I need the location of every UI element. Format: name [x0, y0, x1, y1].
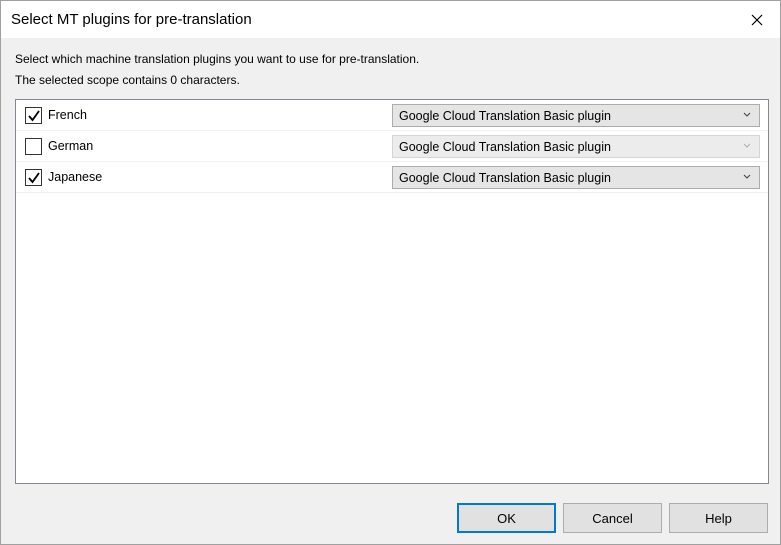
scope-character-count: The selected scope contains 0 characters…: [15, 73, 240, 87]
dropdown-value: Google Cloud Translation Basic plugin: [399, 140, 611, 154]
language-label: French: [48, 108, 87, 122]
close-button[interactable]: [734, 1, 780, 38]
french-plugin-dropdown[interactable]: Google Cloud Translation Basic plugin: [392, 104, 760, 127]
japanese-plugin-dropdown[interactable]: Google Cloud Translation Basic plugin: [392, 166, 760, 189]
german-plugin-dropdown[interactable]: Google Cloud Translation Basic plugin: [392, 135, 760, 158]
language-row-french: French Google Cloud Translation Basic pl…: [16, 100, 768, 131]
checkmark-icon: [28, 172, 40, 184]
chevron-down-icon: [743, 112, 751, 117]
title-bar: Select MT plugins for pre-translation: [1, 1, 780, 38]
close-icon: [751, 14, 763, 25]
language-row-japanese: Japanese Google Cloud Translation Basic …: [16, 162, 768, 193]
help-button[interactable]: Help: [669, 503, 768, 533]
dialog-window: Select MT plugins for pre-translation Se…: [0, 0, 781, 545]
description-line-1: Select which machine translation plugins…: [15, 52, 420, 66]
language-label: German: [48, 139, 94, 153]
german-checkbox[interactable]: [25, 138, 42, 155]
dropdown-value: Google Cloud Translation Basic plugin: [399, 109, 611, 123]
chevron-down-icon: [743, 143, 751, 148]
language-label: Japanese: [48, 170, 103, 184]
japanese-checkbox[interactable]: [25, 169, 42, 186]
ok-button[interactable]: OK: [457, 503, 556, 533]
language-row-german: German Google Cloud Translation Basic pl…: [16, 131, 768, 162]
chevron-down-icon: [743, 174, 751, 179]
language-plugin-list: French Google Cloud Translation Basic pl…: [15, 99, 769, 484]
cancel-button[interactable]: Cancel: [563, 503, 662, 533]
dropdown-value: Google Cloud Translation Basic plugin: [399, 171, 611, 185]
checkmark-icon: [28, 110, 40, 122]
window-title: Select MT plugins for pre-translation: [11, 11, 252, 28]
french-checkbox[interactable]: [25, 107, 42, 124]
